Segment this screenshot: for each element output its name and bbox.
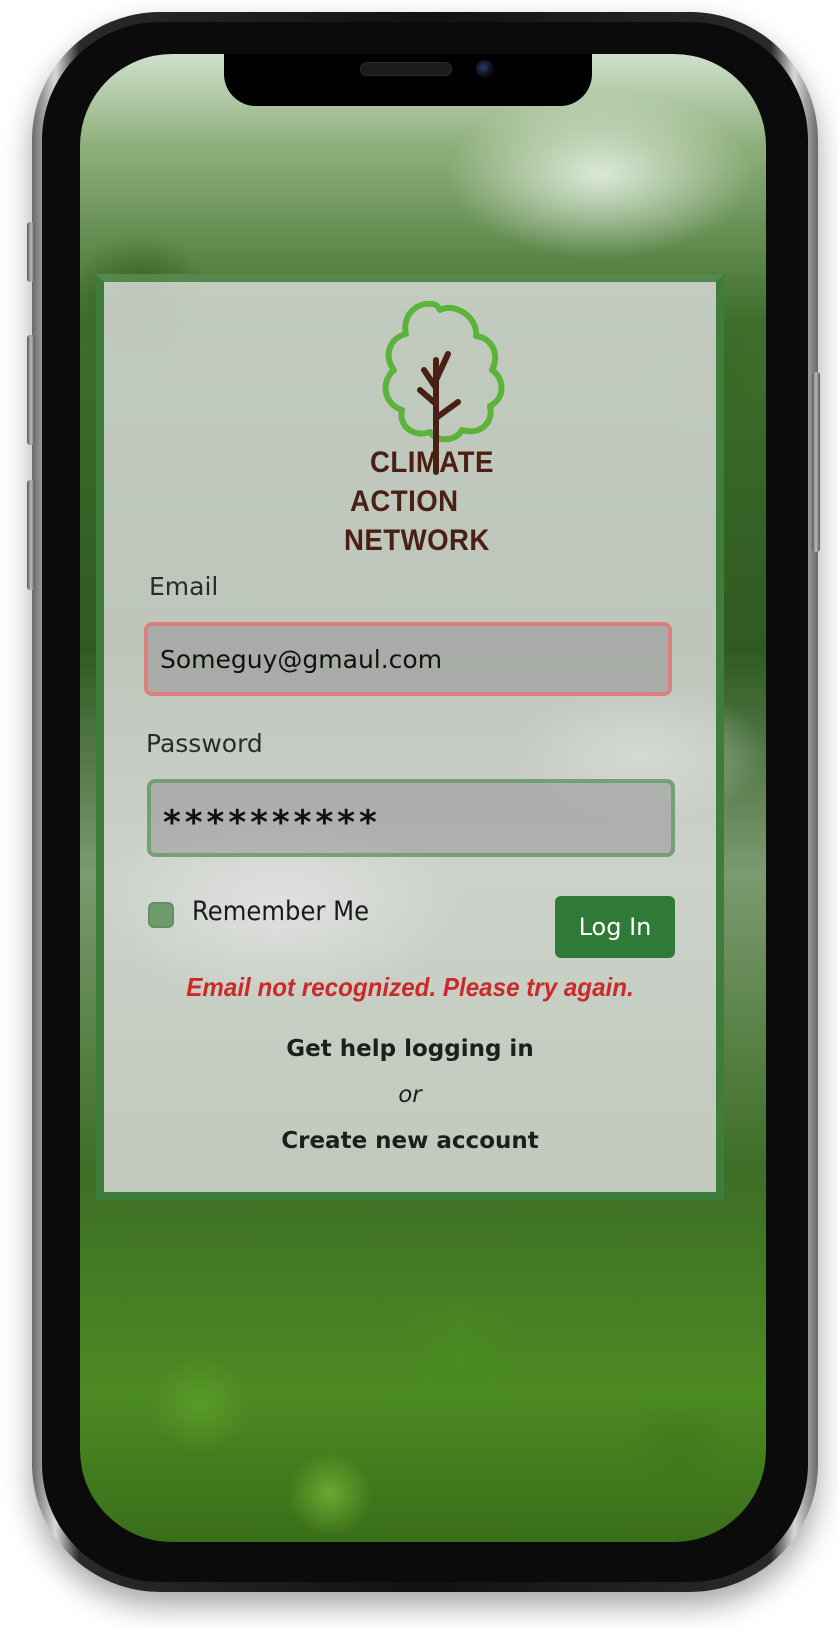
speaker-grille xyxy=(360,62,452,76)
app-logo: CLIMATE ACTION NETWORK xyxy=(344,296,520,557)
front-camera-icon xyxy=(476,60,494,78)
create-account-link[interactable]: Create new account xyxy=(104,1128,716,1154)
login-button[interactable]: Log In xyxy=(555,896,675,958)
password-field[interactable]: ********** xyxy=(147,779,675,857)
logo-text-line-2: ACTION xyxy=(350,485,459,518)
notch xyxy=(224,54,592,106)
password-label: Password xyxy=(146,729,263,758)
email-label: Email xyxy=(149,572,219,601)
volume-up-button xyxy=(27,335,35,445)
email-field[interactable]: Someguy@gmaul.com xyxy=(144,622,672,696)
or-separator: or xyxy=(398,1082,422,1108)
volume-down-button xyxy=(27,480,35,590)
logo-text-line-1: CLIMATE xyxy=(370,446,494,479)
help-link[interactable]: Get help logging in xyxy=(104,1036,716,1062)
power-button xyxy=(812,372,820,552)
mute-switch xyxy=(27,222,35,282)
login-card: CLIMATE ACTION NETWORK Email Someguy@gma… xyxy=(96,274,724,1200)
remember-me-checkbox[interactable] xyxy=(148,902,174,928)
logo-text-line-3: NETWORK xyxy=(344,524,490,557)
error-message: Email not recognized. Please try again. xyxy=(186,972,634,1002)
app-screen: CLIMATE ACTION NETWORK Email Someguy@gma… xyxy=(80,54,766,1542)
remember-me-label[interactable]: Remember Me xyxy=(192,896,369,927)
